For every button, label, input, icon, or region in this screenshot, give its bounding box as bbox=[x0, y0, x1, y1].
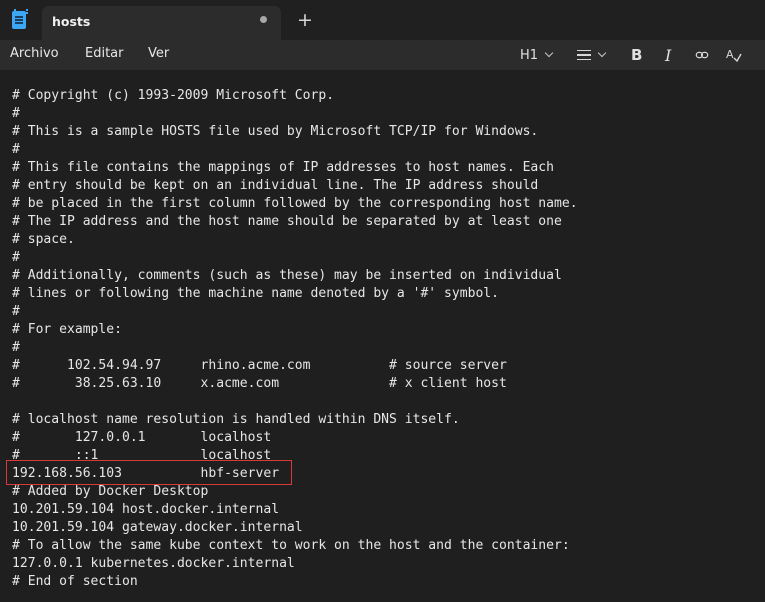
text-line: # entry should be kept on an individual … bbox=[12, 178, 539, 193]
text-line: # 38.25.63.10 x.acme.com # x client host bbox=[12, 376, 507, 391]
text-line: # bbox=[12, 106, 20, 121]
menu-editar[interactable]: Editar bbox=[85, 46, 124, 61]
text-line: # For example: bbox=[12, 322, 122, 337]
text-line: 10.201.59.104 host.docker.internal bbox=[12, 502, 280, 517]
menu-ver[interactable]: Ver bbox=[148, 46, 169, 61]
text-line: 127.0.0.1 kubernetes.docker.internal bbox=[12, 556, 295, 571]
text-line: # Additionally, comments (such as these)… bbox=[12, 268, 562, 283]
text-line: # To allow the same kube context to work… bbox=[12, 538, 570, 553]
text-line: # bbox=[12, 340, 20, 355]
text-line: # localhost name resolution is handled w… bbox=[12, 412, 460, 427]
text-line: # The IP address and the host name shoul… bbox=[12, 214, 562, 229]
text-line: # Added by Docker Desktop bbox=[12, 484, 209, 499]
heading-label: H1 bbox=[520, 47, 539, 63]
tab-title: hosts bbox=[52, 14, 91, 29]
spellcheck-icon[interactable]: A bbox=[726, 45, 742, 65]
new-tab-plus-icon[interactable]: + bbox=[296, 10, 314, 30]
text-line: # 127.0.0.1 localhost bbox=[12, 430, 272, 445]
text-line: # bbox=[12, 250, 20, 265]
text-line: # 102.54.94.97 rhino.acme.com # source s… bbox=[12, 358, 507, 373]
text-line: # space. bbox=[12, 232, 75, 247]
text-line: 10.201.59.104 gateway.docker.internal bbox=[12, 520, 303, 535]
svg-text:A: A bbox=[726, 48, 734, 61]
text-line: # Copyright (c) 1993-2009 Microsoft Corp… bbox=[12, 88, 335, 103]
italic-icon[interactable]: I bbox=[665, 45, 671, 65]
unsaved-dot-icon[interactable] bbox=[260, 16, 267, 23]
text-line: # lines or following the machine name de… bbox=[12, 286, 500, 301]
text-line: # be placed in the first column followed… bbox=[12, 196, 578, 211]
text-line: # End of section bbox=[12, 574, 138, 589]
link-icon[interactable] bbox=[695, 45, 709, 65]
chevron-down-icon bbox=[544, 48, 554, 58]
title-bar: hosts + bbox=[0, 0, 765, 40]
chevron-down-icon bbox=[597, 48, 607, 58]
text-line: # bbox=[12, 142, 20, 157]
bulleted-list-icon bbox=[577, 49, 591, 61]
tab-hosts[interactable]: hosts bbox=[42, 6, 281, 40]
highlight-box bbox=[6, 460, 292, 485]
text-line: # bbox=[12, 304, 20, 319]
bold-icon[interactable]: B bbox=[631, 45, 642, 65]
text-editor[interactable]: # Copyright (c) 1993-2009 Microsoft Corp… bbox=[0, 70, 765, 602]
list-dropdown[interactable] bbox=[577, 45, 607, 65]
text-line: # This is a sample HOSTS file used by Mi… bbox=[12, 124, 539, 139]
heading-dropdown[interactable]: H1 bbox=[520, 45, 554, 65]
menu-archivo[interactable]: Archivo bbox=[10, 46, 59, 61]
menu-bar: Archivo Editar Ver H1 B I A bbox=[0, 40, 765, 70]
text-line: # This file contains the mappings of IP … bbox=[12, 160, 554, 175]
notepad-app-icon bbox=[12, 9, 28, 29]
